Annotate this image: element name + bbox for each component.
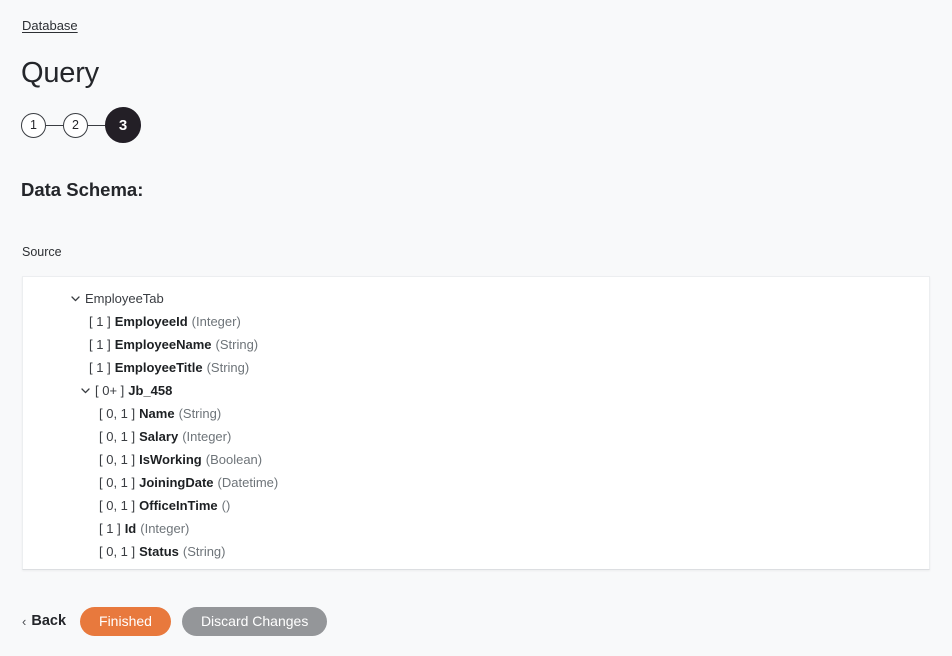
stepper-step-1[interactable]: 1	[21, 112, 46, 138]
breadcrumb: Database	[22, 18, 78, 34]
page-title: Query	[21, 57, 99, 89]
stepper: 123	[21, 107, 141, 143]
schema-field-name: IsWorking	[139, 452, 202, 467]
schema-field-type: (String)	[215, 337, 259, 352]
schema-multiplicity: [ 1 ]	[89, 360, 111, 375]
footer-actions: ‹ Back Finished Discard Changes	[22, 604, 328, 638]
schema-tree-node[interactable]: [ 0+ ] Jb_458	[23, 379, 929, 402]
back-button[interactable]: ‹ Back	[22, 613, 80, 629]
schema-tree-field: [ 1 ] EmployeeTitle (String)	[23, 356, 929, 379]
stepper-step-2[interactable]: 2	[63, 112, 88, 138]
schema-multiplicity: [ 0, 1 ]	[99, 452, 136, 467]
schema-tree-field: [ 1 ] Id (Integer)	[23, 517, 929, 540]
schema-field-type: (String)	[206, 360, 250, 375]
schema-field-type: (String)	[182, 544, 226, 559]
schema-field-name: Name	[139, 406, 175, 421]
source-label: Source	[22, 245, 62, 259]
schema-field-type: (Datetime)	[217, 475, 279, 490]
schema-table-name: EmployeeTab	[85, 291, 164, 306]
schema-multiplicity: [ 0, 1 ]	[99, 475, 136, 490]
schema-field-name: Id	[124, 521, 137, 536]
schema-tree-field: [ 1 ] EmployeeName (String)	[23, 333, 929, 356]
schema-tree-field: [ 0, 1 ] JoiningDate (Datetime)	[23, 471, 929, 494]
schema-multiplicity: [ 1 ]	[99, 521, 121, 536]
schema-field-name: EmployeeName	[114, 337, 212, 352]
schema-tree: EmployeeTab[ 1 ] EmployeeId (Integer)[ 1 ]…	[23, 277, 929, 563]
schema-multiplicity: [ 0, 1 ]	[99, 406, 136, 421]
chevron-down-icon[interactable]	[78, 384, 92, 398]
schema-multiplicity: [ 0+ ]	[95, 383, 125, 398]
schema-tree-field: [ 0, 1 ] Name (String)	[23, 402, 929, 425]
schema-field-type: ()	[221, 498, 231, 513]
schema-field-type: (String)	[178, 406, 222, 421]
schema-tree-field: [ 0, 1 ] OfficeInTime()	[23, 494, 929, 517]
chevron-down-icon[interactable]	[68, 292, 82, 306]
schema-panel: EmployeeTab[ 1 ] EmployeeId (Integer)[ 1 ]…	[22, 276, 930, 570]
discard-changes-button[interactable]: Discard Changes	[181, 606, 328, 636]
schema-field-type: (Boolean)	[205, 452, 263, 467]
schema-tree-field: [ 0, 1 ] Salary (Integer)	[23, 425, 929, 448]
breadcrumb-link-database[interactable]: Database	[22, 18, 78, 33]
schema-field-name: Jb_458	[128, 383, 173, 398]
schema-field-name: OfficeInTime	[139, 498, 218, 513]
schema-multiplicity: [ 0, 1 ]	[99, 498, 136, 513]
schema-field-type: (Integer)	[191, 314, 241, 329]
stepper-connector	[46, 124, 63, 126]
schema-multiplicity: [ 0, 1 ]	[99, 544, 136, 559]
schema-field-name: EmployeeTitle	[114, 360, 203, 375]
schema-multiplicity: [ 0, 1 ]	[99, 429, 136, 444]
schema-field-name: Status	[139, 544, 179, 559]
stepper-connector	[88, 124, 105, 126]
schema-field-name: JoiningDate	[139, 475, 214, 490]
schema-field-type: (Integer)	[140, 521, 190, 536]
schema-tree-field: [ 1 ] EmployeeId (Integer)	[23, 310, 929, 333]
schema-multiplicity: [ 1 ]	[89, 314, 111, 329]
finished-button[interactable]: Finished	[80, 606, 171, 636]
schema-tree-field: [ 0, 1 ] IsWorking (Boolean)	[23, 448, 929, 471]
stepper-step-3[interactable]: 3	[105, 107, 141, 143]
chevron-left-icon: ‹	[22, 613, 27, 629]
schema-field-name: EmployeeId	[114, 314, 188, 329]
schema-tree-node[interactable]: EmployeeTab	[23, 287, 929, 310]
schema-field-type: (Integer)	[182, 429, 232, 444]
back-button-label: Back	[31, 613, 67, 629]
schema-field-name: Salary	[139, 429, 179, 444]
schema-multiplicity: [ 1 ]	[89, 337, 111, 352]
schema-tree-field: [ 0, 1 ] Status (String)	[23, 540, 929, 563]
section-heading-data-schema: Data Schema:	[21, 179, 144, 200]
